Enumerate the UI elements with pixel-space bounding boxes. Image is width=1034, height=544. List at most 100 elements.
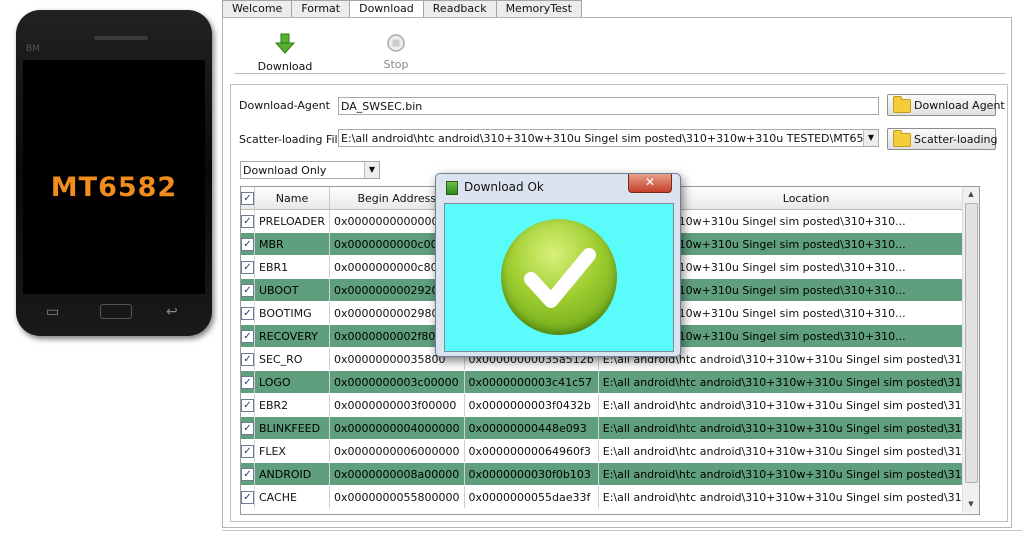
begin-address: 0x0000000004000000 — [329, 416, 465, 440]
checkmark-icon — [524, 248, 596, 308]
stop-button[interactable]: Stop — [374, 33, 418, 71]
row-checkbox[interactable]: ✓ — [241, 278, 255, 302]
row-checkbox[interactable]: ✓ — [241, 255, 255, 279]
checkbox-checked-icon[interactable]: ✓ — [241, 353, 254, 366]
end-address: 0x0000000003f0432b — [464, 393, 599, 417]
partition-name: SEC_RO — [254, 347, 331, 371]
checkbox-checked-icon[interactable]: ✓ — [241, 399, 254, 412]
row-checkbox[interactable]: ✓ — [241, 462, 255, 486]
end-address: 0x0000000055dae33f — [464, 485, 599, 509]
chevron-down-icon[interactable]: ▼ — [364, 162, 379, 178]
checkbox-checked-icon[interactable]: ✓ — [241, 422, 254, 435]
row-checkbox[interactable]: ✓ — [241, 393, 255, 417]
tab-welcome[interactable]: Welcome — [222, 0, 293, 17]
end-address: 0x0000000003c41c57 — [464, 370, 599, 394]
download-button[interactable]: Download — [256, 33, 314, 73]
download-agent-button-label: Download Agent — [914, 99, 1005, 112]
partition-name: CACHE — [254, 485, 331, 509]
back-icon: ↩ — [166, 304, 178, 320]
folder-icon — [893, 96, 911, 113]
row-checkbox[interactable]: ✓ — [241, 347, 255, 371]
partition-name: EBR2 — [254, 393, 331, 417]
home-button-icon — [100, 304, 132, 319]
column-header-name[interactable]: Name — [254, 187, 331, 210]
stop-icon — [387, 34, 405, 52]
row-checkbox[interactable]: ✓ — [241, 485, 255, 509]
download-label: Download — [257, 60, 313, 73]
location: E:\all android\htc android\310+310w+310u… — [598, 462, 979, 486]
location: E:\all android\htc android\310+310w+310u… — [598, 370, 979, 394]
scatter-file-path: E:\all android\htc android\310+310w+310u… — [341, 132, 878, 145]
partition-name: MBR — [254, 232, 331, 256]
partition-name: UBOOT — [254, 278, 331, 302]
table-row[interactable]: ✓ CACHE 0x0000000055800000 0x0000000055dae3… — [241, 485, 979, 509]
begin-address: 0x0000000055800000 — [329, 485, 465, 509]
chevron-down-icon[interactable]: ▼ — [863, 130, 878, 146]
bottom-frame — [222, 530, 1022, 544]
scrollbar-thumb[interactable] — [965, 203, 978, 483]
partition-name: BOOTIMG — [254, 301, 331, 325]
row-checkbox[interactable]: ✓ — [241, 324, 255, 348]
row-checkbox[interactable]: ✓ — [241, 209, 255, 233]
tab-memorytest[interactable]: MemoryTest — [495, 0, 582, 17]
end-address: 0x00000000064960f3 — [464, 439, 599, 463]
partition-name: FLEX — [254, 439, 331, 463]
download-mode-value: Download Only — [243, 164, 327, 177]
location: E:\all android\htc android\310+310w+310u… — [598, 393, 979, 417]
partition-name: EBR1 — [254, 255, 331, 279]
checkbox-checked-icon[interactable]: ✓ — [241, 215, 254, 228]
table-row[interactable]: ✓ EBR2 0x0000000003f00000 0x0000000003f0432… — [241, 393, 979, 417]
download-agent-button[interactable]: Download Agent — [887, 94, 1005, 116]
table-row[interactable]: ✓ BLINKFEED 0x0000000004000000 0x0000000044… — [241, 416, 979, 440]
scroll-down-icon[interactable]: ▼ — [963, 500, 979, 508]
end-address: 0x00000000448e093 — [464, 416, 599, 440]
begin-address: 0x0000000008a00000 — [329, 462, 465, 486]
row-checkbox[interactable]: ✓ — [241, 232, 255, 256]
partition-name: LOGO — [254, 370, 331, 394]
scatter-file-field[interactable]: E:\all android\htc android\310+310w+310u… — [338, 129, 879, 147]
row-checkbox[interactable]: ✓ — [241, 301, 255, 325]
phone-image: BM MT6582 ▭ ↩ — [16, 10, 212, 336]
folder-icon — [893, 130, 911, 147]
checkbox-checked-icon[interactable]: ✓ — [241, 261, 254, 274]
checkbox-checked-icon[interactable]: ✓ — [241, 445, 254, 458]
checkbox-checked-icon[interactable]: ✓ — [241, 376, 254, 389]
begin-address: 0x0000000003f00000 — [329, 393, 465, 417]
checkbox-checked-icon[interactable]: ✓ — [241, 284, 254, 297]
tab-readback[interactable]: Readback — [422, 0, 497, 17]
partition-name: ANDROID — [254, 462, 331, 486]
dialog-body — [444, 203, 674, 352]
download-agent-field[interactable]: DA_SWSEC.bin — [338, 97, 879, 115]
row-checkbox[interactable]: ✓ — [241, 370, 255, 394]
scatter-loading-button[interactable]: Scatter-loading — [887, 128, 997, 150]
table-scrollbar[interactable]: ▲ ▼ — [962, 187, 979, 513]
tab-bar: Welcome Format Download Readback MemoryT… — [222, 0, 582, 19]
checkbox-checked-icon[interactable]: ✓ — [241, 330, 254, 343]
table-row[interactable]: ✓ FLEX 0x0000000006000000 0x00000000064960f… — [241, 439, 979, 463]
download-mode-select[interactable]: Download Only ▼ — [240, 161, 380, 179]
dialog-title: Download Ok — [464, 180, 544, 194]
tab-format[interactable]: Format — [291, 0, 351, 17]
table-row[interactable]: ✓ LOGO 0x0000000003c00000 0x0000000003c41c5… — [241, 370, 979, 394]
table-row[interactable]: ✓ ANDROID 0x0000000008a00000 0x0000000030f0… — [241, 462, 979, 486]
row-checkbox[interactable]: ✓ — [241, 416, 255, 440]
scatter-loading-label: Scatter-loading File — [239, 133, 345, 146]
location: E:\all android\htc android\310+310w+310u… — [598, 439, 979, 463]
close-button[interactable]: ✕ — [628, 174, 672, 193]
select-all-checkbox[interactable]: ✓ — [241, 187, 255, 210]
checkbox-checked-icon[interactable]: ✓ — [241, 307, 254, 320]
checkbox-checked-icon[interactable]: ✓ — [241, 468, 254, 481]
begin-address: 0x0000000006000000 — [329, 439, 465, 463]
phone-model-label: MT6582 — [50, 172, 178, 203]
toolbar-divider — [234, 73, 1006, 74]
location: E:\all android\htc android\310+310w+310u… — [598, 416, 979, 440]
menu-icon: ▭ — [46, 304, 60, 320]
download-agent-label: Download-Agent — [239, 99, 330, 112]
row-checkbox[interactable]: ✓ — [241, 439, 255, 463]
scroll-up-icon[interactable]: ▲ — [963, 190, 979, 198]
checkbox-checked-icon[interactable]: ✓ — [241, 238, 254, 251]
begin-address: 0x0000000003c00000 — [329, 370, 465, 394]
partition-name: PRELOADER — [254, 209, 331, 233]
checkbox-checked-icon[interactable]: ✓ — [241, 491, 254, 504]
success-checkmark-icon — [501, 219, 617, 335]
